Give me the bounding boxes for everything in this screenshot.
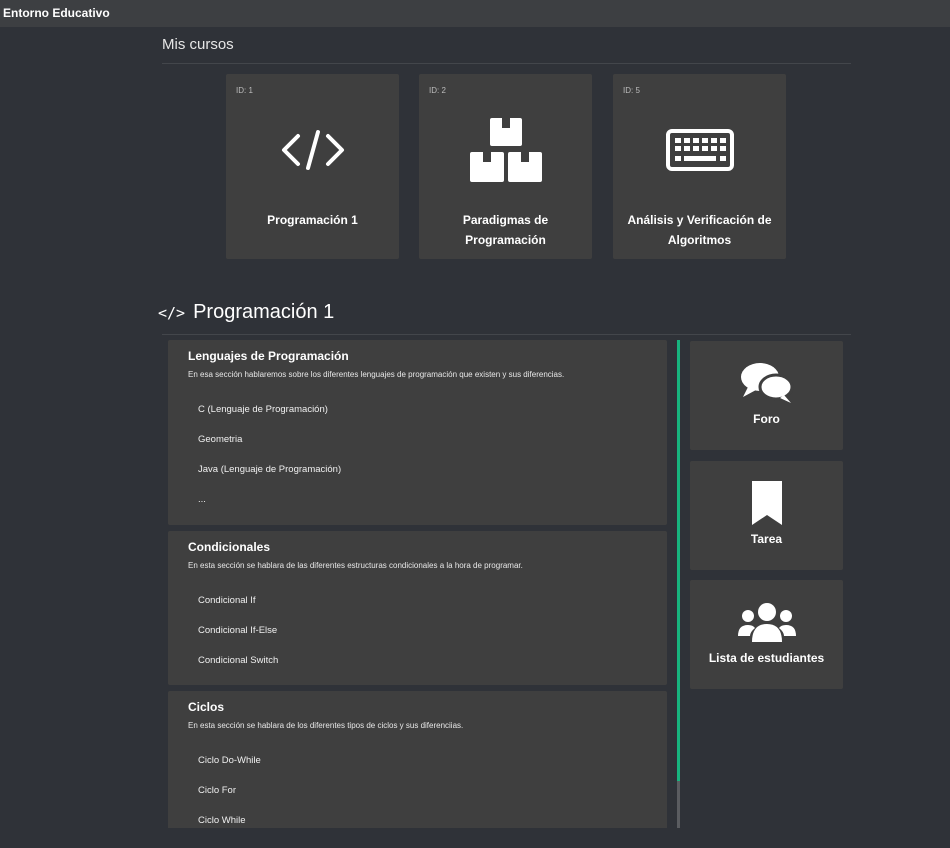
divider (162, 334, 851, 335)
code-icon: </> (158, 303, 186, 322)
my-courses-title: Mis cursos (162, 36, 234, 53)
course-card-paradigmas[interactable]: ID: 2 Paradigmas de Programación (419, 74, 592, 259)
unit-description: En esta sección se hablara de las difere… (188, 561, 523, 570)
unit-topic[interactable]: Condicional If-Else (198, 625, 277, 636)
unit-topic[interactable]: Condicional Switch (198, 655, 278, 666)
course-card-programacion-1[interactable]: ID: 1 Programación 1 (226, 74, 399, 259)
course-card-analisis[interactable]: ID: 5 Análisis y Verificación de Algorit… (613, 74, 786, 259)
unit-title: Condicionales (188, 540, 271, 554)
unit-topic[interactable]: Ciclo For (198, 785, 236, 796)
unit-topic[interactable]: C (Lenguaje de Programación) (198, 404, 328, 415)
students-list-label: Lista de estudiantes (708, 651, 825, 665)
unit-topic[interactable]: Condicional If (198, 595, 256, 606)
students-list-button[interactable]: Lista de estudiantes (690, 580, 843, 689)
code-icon (226, 118, 399, 182)
unit-topic[interactable]: Ciclo While (198, 815, 246, 826)
unit-topic[interactable]: Java (Lenguaje de Programación) (198, 464, 341, 475)
course-heading: </> Programación 1 (158, 301, 334, 324)
unit-topic[interactable]: Ciclo Do-While (198, 755, 261, 766)
bookmark-icon (690, 481, 843, 525)
unit-card: Condicionales En esta sección se hablara… (168, 531, 667, 685)
top-bar: Entorno Educativo (0, 0, 950, 27)
course-id: ID: 2 (429, 86, 446, 95)
divider (162, 63, 851, 64)
unit-description: En esta sección se hablara de los difere… (188, 721, 464, 730)
course-name: Análisis y Verificación de Algoritmos (627, 213, 772, 247)
unit-card: Ciclos En esta sección se hablara de los… (168, 691, 667, 828)
course-name: Programación 1 (267, 213, 358, 227)
unit-description: En esa sección hablaremos sobre los dife… (188, 370, 565, 379)
units-list[interactable]: Lenguajes de Programación En esa sección… (168, 340, 667, 828)
course-title: Programación 1 (193, 301, 335, 323)
course-id: ID: 5 (623, 86, 640, 95)
assignment-button[interactable]: Tarea (690, 461, 843, 570)
unit-topic[interactable]: Geometria (198, 434, 242, 445)
users-icon (690, 602, 843, 642)
assignment-label: Tarea (750, 532, 783, 546)
scrollbar-thumb[interactable] (677, 340, 680, 781)
unit-title: Ciclos (188, 700, 225, 714)
course-name: Paradigmas de Programación (462, 213, 549, 247)
unit-topic[interactable]: ... (198, 494, 206, 505)
course-id: ID: 1 (236, 86, 253, 95)
forum-label: Foro (753, 412, 780, 426)
boxes-icon (419, 118, 592, 182)
forum-button[interactable]: Foro (690, 341, 843, 450)
unit-title: Lenguajes de Programación (188, 349, 349, 363)
keyboard-icon (613, 118, 786, 182)
comments-icon (690, 361, 843, 405)
unit-card: Lenguajes de Programación En esa sección… (168, 340, 667, 525)
app-title[interactable]: Entorno Educativo (3, 6, 110, 20)
